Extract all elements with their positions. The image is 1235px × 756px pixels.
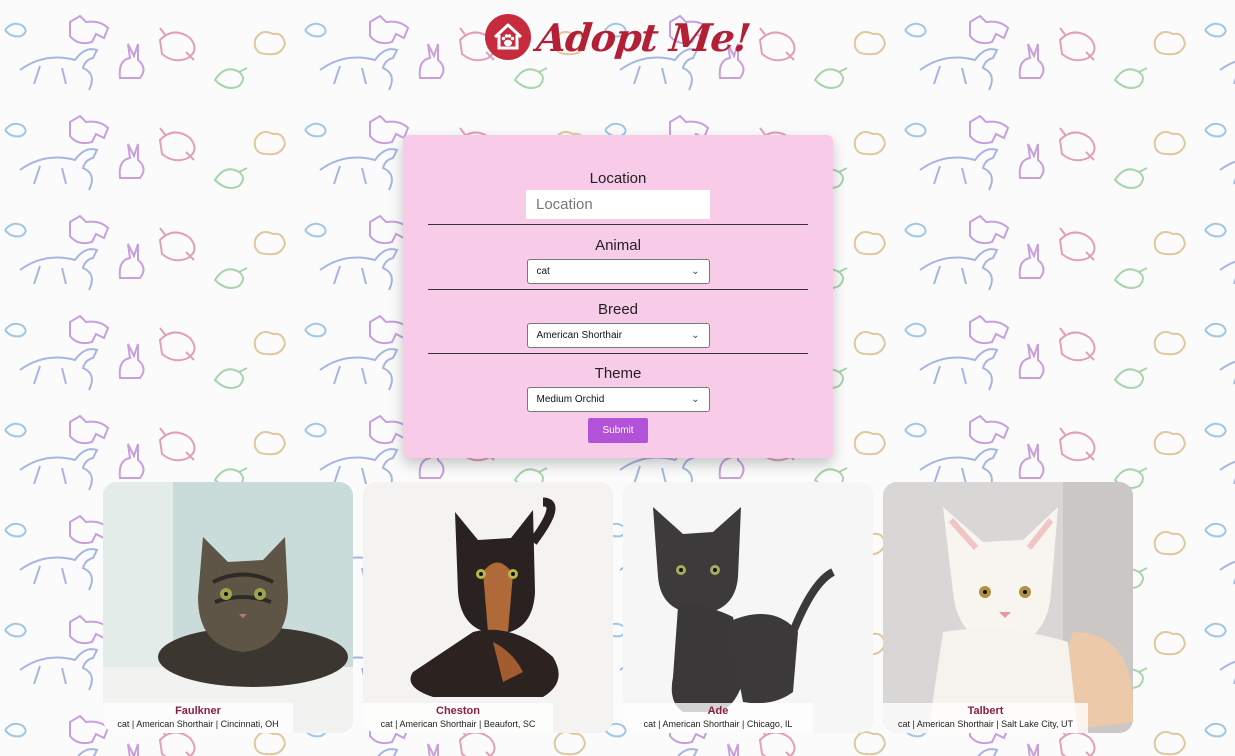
breed-select-value: American Shorthair <box>536 330 623 341</box>
breed-field: Breed American Shorthair ⌄ <box>403 301 833 348</box>
chevron-down-icon: ⌄ <box>691 330 700 341</box>
pet-photo <box>623 482 873 733</box>
pet-description: cat | American Shorthair | Chicago, IL <box>643 719 793 729</box>
logo-text: Adopt Me! <box>534 14 753 60</box>
house-paw-icon <box>485 14 532 60</box>
location-label: Location <box>589 170 647 187</box>
pet-card[interactable]: Cheston cat | American Shorthair | Beauf… <box>363 482 613 733</box>
pet-photo <box>363 482 613 733</box>
pet-info: Cheston cat | American Shorthair | Beauf… <box>363 703 553 733</box>
pet-info: Talbert cat | American Shorthair | Salt … <box>883 703 1088 733</box>
pet-info: Ade cat | American Shorthair | Chicago, … <box>623 703 813 733</box>
pet-info: Faulkner cat | American Shorthair | Cinc… <box>103 703 293 733</box>
divider <box>428 289 808 290</box>
pet-card[interactable]: Faulkner cat | American Shorthair | Cinc… <box>103 482 353 733</box>
divider <box>428 353 808 354</box>
search-form: Location Animal cat ⌄ Breed American Sho… <box>403 135 833 458</box>
pet-card[interactable]: Ade cat | American Shorthair | Chicago, … <box>623 482 873 733</box>
pet-card[interactable]: Talbert cat | American Shorthair | Salt … <box>883 482 1133 733</box>
animal-select[interactable]: cat ⌄ <box>526 259 710 284</box>
pet-description: cat | American Shorthair | Salt Lake Cit… <box>897 719 1074 729</box>
pet-photo <box>103 482 353 733</box>
pet-description: cat | American Shorthair | Cincinnati, O… <box>117 719 279 729</box>
pet-name: Ade <box>707 705 729 717</box>
divider <box>428 224 808 225</box>
chevron-down-icon: ⌄ <box>691 394 700 405</box>
pet-name: Talbert <box>967 705 1004 717</box>
animal-select-value: cat <box>536 266 550 277</box>
location-field: Location <box>403 170 833 219</box>
breed-label: Breed <box>597 301 639 318</box>
pet-name: Cheston <box>436 705 480 717</box>
theme-label: Theme <box>594 365 642 382</box>
location-input[interactable] <box>526 190 710 219</box>
pet-description: cat | American Shorthair | Beaufort, SC <box>380 719 536 729</box>
animal-field: Animal cat ⌄ <box>403 237 833 284</box>
submit-button[interactable]: Submit <box>588 418 648 443</box>
site-header: Adopt Me! <box>0 0 1235 80</box>
logo-link[interactable]: Adopt Me! <box>485 14 753 60</box>
breed-select[interactable]: American Shorthair ⌄ <box>526 323 710 348</box>
theme-select[interactable]: Medium Orchid ⌄ <box>526 387 710 412</box>
pet-photo <box>883 482 1133 733</box>
chevron-down-icon: ⌄ <box>691 266 700 277</box>
animal-label: Animal <box>595 237 641 254</box>
search-results: Faulkner cat | American Shorthair | Cinc… <box>103 482 1134 733</box>
theme-select-value: Medium Orchid <box>536 394 605 405</box>
theme-field: Theme Medium Orchid ⌄ Submit <box>403 365 833 443</box>
pet-name: Faulkner <box>175 705 221 717</box>
